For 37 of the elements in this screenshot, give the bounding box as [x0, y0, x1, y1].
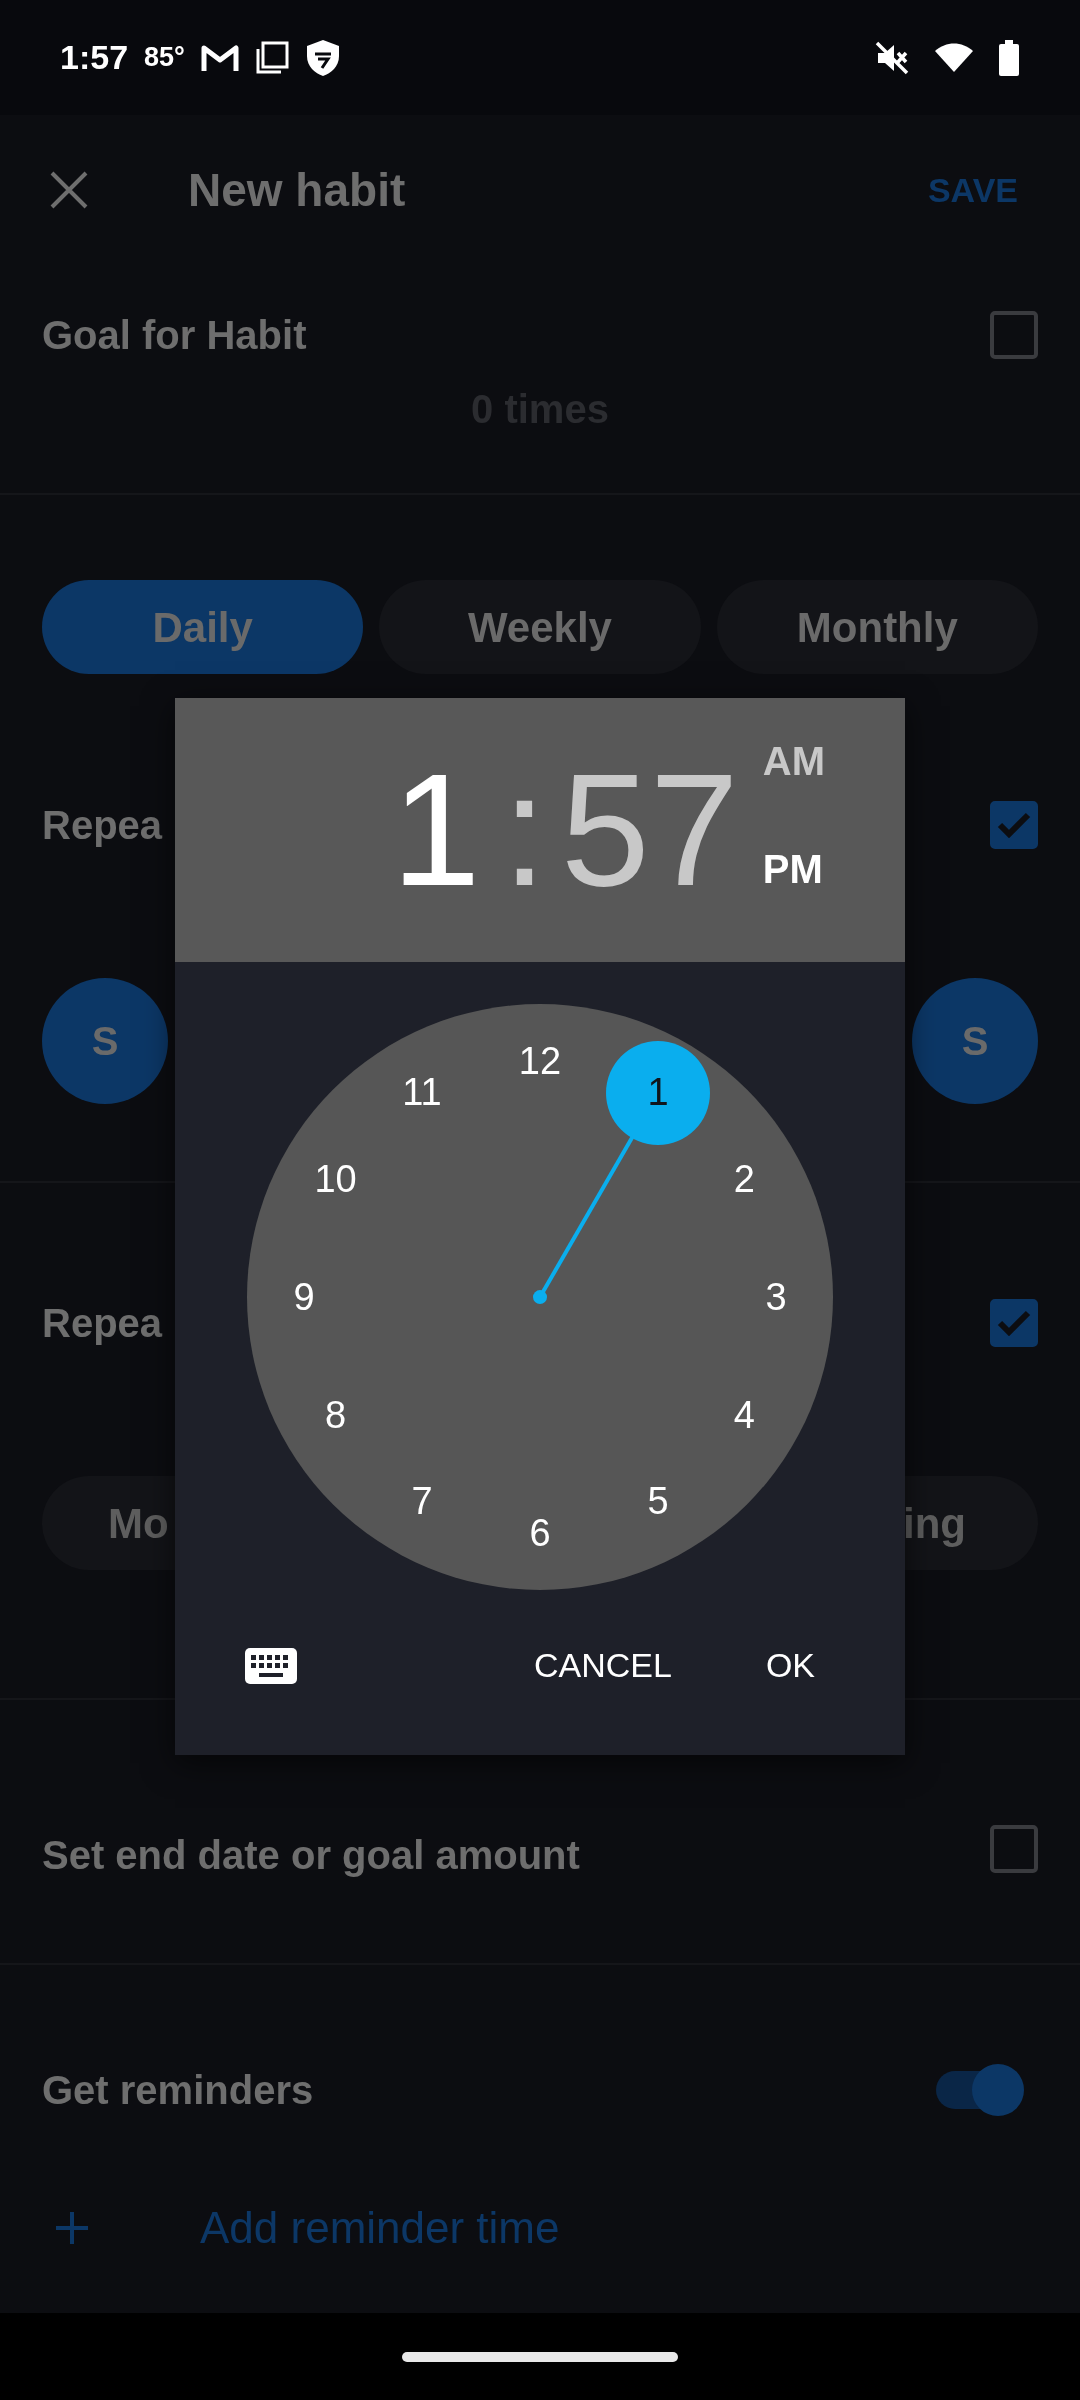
- screen-title: New habit: [188, 162, 406, 218]
- check-icon: [997, 812, 1031, 838]
- hour-number[interactable]: 12: [488, 1009, 592, 1113]
- setting-label: Repea: [42, 802, 163, 849]
- hour-number[interactable]: 3: [724, 1245, 828, 1349]
- mail-icon: [200, 42, 239, 73]
- hour-display[interactable]: 1: [391, 750, 481, 910]
- check-icon: [997, 1310, 1031, 1336]
- shield-icon: [304, 37, 341, 78]
- setting-label: Goal for Habit: [42, 312, 307, 359]
- status-time: 1:57: [60, 37, 129, 78]
- checkbox[interactable]: [990, 311, 1038, 359]
- time-separator: :: [502, 750, 547, 910]
- keyboard-icon[interactable]: [245, 1647, 297, 1684]
- mute-icon: [874, 39, 910, 76]
- setting-label: Repea: [42, 1300, 163, 1347]
- plus-icon[interactable]: [56, 2212, 88, 2244]
- checkbox[interactable]: [990, 1299, 1038, 1347]
- battery-icon: [998, 39, 1020, 76]
- checkbox[interactable]: [990, 1825, 1038, 1873]
- temperature: 85°: [144, 41, 185, 75]
- period-option[interactable]: PM: [762, 849, 825, 889]
- checkbox[interactable]: [990, 801, 1038, 849]
- hour-number[interactable]: 1: [606, 1040, 710, 1145]
- hour-number[interactable]: 9: [252, 1245, 356, 1349]
- minute-display[interactable]: 57: [560, 750, 739, 910]
- hour-number[interactable]: 6: [488, 1481, 592, 1585]
- reminder-switch[interactable]: [936, 2064, 1024, 2116]
- dialog-button[interactable]: CANCEL: [523, 1632, 682, 1699]
- close-icon[interactable]: [50, 171, 88, 209]
- setting-label: Get reminders: [42, 2067, 314, 2114]
- wifi-icon: [934, 41, 974, 74]
- setting-label: Set end date or goal amount: [42, 1832, 580, 1879]
- period-option[interactable]: AM: [762, 741, 825, 781]
- home-indicator[interactable]: [402, 2351, 678, 2362]
- screenshot-icon: [254, 40, 289, 75]
- dialog-button[interactable]: OK: [755, 1632, 825, 1699]
